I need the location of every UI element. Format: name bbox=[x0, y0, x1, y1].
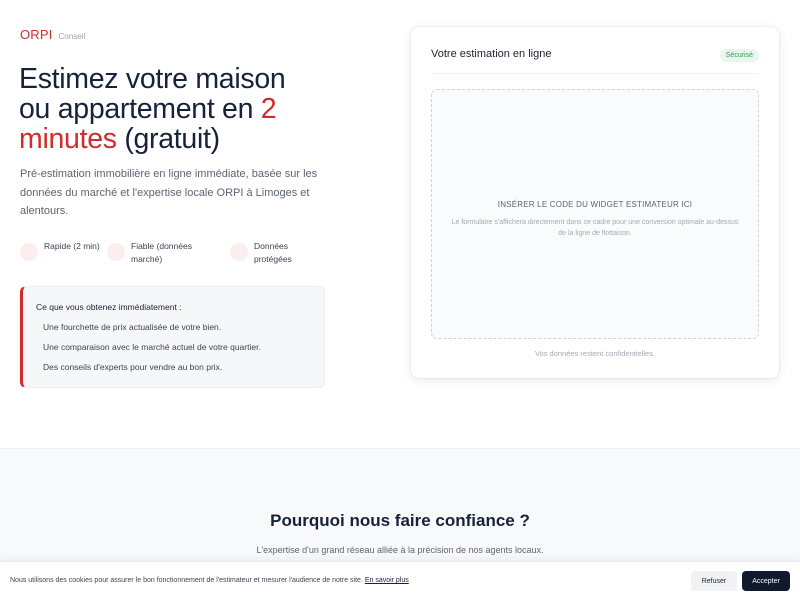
brand-logo[interactable]: ORPI bbox=[20, 27, 53, 42]
widget-title: INSÉRER LE CODE DU WIDGET ESTIMATEUR ICI bbox=[497, 200, 693, 209]
privacy-note: Vos données restent confidentielles. bbox=[534, 349, 656, 358]
cookie-banner: Nous utilisons des cookies pour assurer … bbox=[0, 561, 800, 600]
card-divider bbox=[431, 73, 759, 74]
benefits-box: Ce que vous obtenez immédiatement : Une … bbox=[20, 286, 325, 388]
feature-label: Données protégées bbox=[254, 241, 292, 264]
widget-description: Le formulaire s'affichera directement da… bbox=[451, 219, 739, 237]
headline-line2: ou appartement en bbox=[19, 93, 261, 125]
headline-accent-unit: minutes bbox=[19, 123, 117, 155]
benefit-item: Une comparaison avec le marché actuel de… bbox=[43, 342, 261, 352]
lock-icon bbox=[230, 243, 248, 261]
chart-icon bbox=[107, 243, 125, 261]
card-title: Votre estimation en ligne bbox=[431, 48, 552, 60]
widget-placeholder[interactable]: INSÉRER LE CODE DU WIDGET ESTIMATEUR ICI… bbox=[431, 89, 759, 339]
feature-label: Fiable (données marché) bbox=[131, 241, 192, 264]
hero-section: ORPI Conseil Estimez votre maison ou app… bbox=[0, 0, 800, 448]
secure-badge: Sécurisé bbox=[719, 49, 759, 62]
headline-suffix: (gratuit) bbox=[116, 123, 220, 155]
benefits-title: Ce que vous obtenez immédiatement : bbox=[36, 302, 182, 312]
cookie-text-container: Nous utilisons des cookies pour assurer … bbox=[10, 577, 409, 584]
estimation-card: Votre estimation en ligne Sécurisé INSÉR… bbox=[411, 27, 779, 378]
feature-fiable: Fiable (données marché) bbox=[107, 240, 217, 265]
cookie-learn-more-link[interactable]: En savoir plus bbox=[365, 577, 409, 584]
feature-protegees: Données protégées bbox=[230, 240, 320, 265]
brand-tagline: Conseil bbox=[58, 32, 86, 41]
feature-rapide: Rapide (2 min) bbox=[20, 240, 100, 261]
headline-line1: Estimez votre maison bbox=[19, 63, 286, 95]
lead-paragraph: Pré-estimation immobilière en ligne immé… bbox=[20, 168, 318, 217]
clock-icon bbox=[20, 243, 38, 261]
trust-title: Pourquoi nous faire confiance ? bbox=[270, 511, 530, 530]
cookie-text: Nous utilisons des cookies pour assurer … bbox=[10, 577, 365, 584]
brand[interactable]: ORPI Conseil bbox=[20, 27, 85, 42]
benefit-item: Des conseils d'experts pour vendre au bo… bbox=[43, 362, 223, 372]
feature-list: Rapide (2 min) Fiable (données marché) D… bbox=[20, 240, 320, 266]
cookie-accept-button[interactable]: Accepter bbox=[742, 571, 790, 591]
benefit-item: Une fourchette de prix actualisée de vot… bbox=[43, 322, 222, 332]
feature-label: Rapide (2 min) bbox=[44, 241, 100, 251]
page-title: Estimez votre maison ou appartement en 2… bbox=[19, 64, 349, 154]
headline-accent-number: 2 bbox=[260, 93, 277, 125]
trust-subtitle: L'expertise d'un grand réseau alliée à l… bbox=[256, 545, 544, 555]
cookie-refuse-button[interactable]: Refuser bbox=[691, 571, 737, 591]
